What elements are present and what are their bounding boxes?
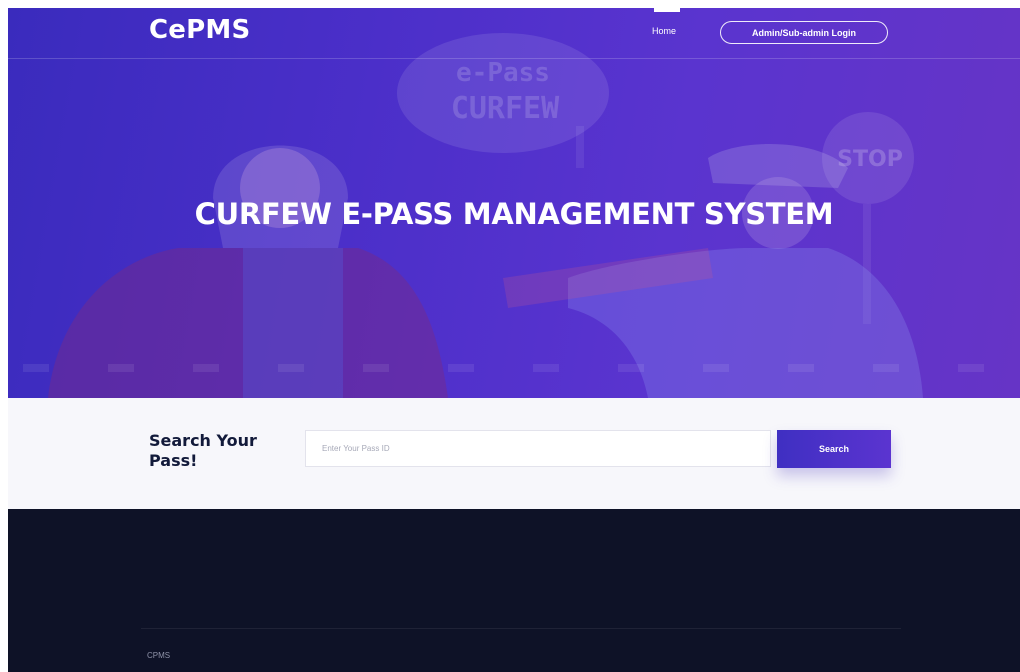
pass-id-input[interactable] [305,430,771,467]
active-nav-indicator [654,8,680,12]
search-button[interactable]: Search [777,430,891,468]
search-heading: Search Your Pass! [149,431,257,470]
hero-title: CURFEW E-PASS MANAGEMENT SYSTEM [194,197,834,231]
sign-text-line1: e-Pass [456,58,550,88]
sign-text-line2: CURFEW [451,91,560,126]
footer: CPMS [8,509,1020,672]
admin-login-button[interactable]: Admin/Sub-admin Login [720,21,888,44]
footer-copyright-text: CPMS [147,651,171,660]
nav-home-link[interactable]: Home [652,26,676,36]
footer-divider [141,628,901,629]
page: e-Pass CURFEW STOP CePMS Home Admin/Sub-… [0,0,1020,672]
brand-logo-link[interactable]: CePMS [149,15,250,45]
hero-banner: e-Pass CURFEW STOP CePMS Home Admin/Sub-… [8,8,1020,398]
search-pass-section: Search Your Pass! Search [8,398,1020,509]
top-navbar: CePMS Home Admin/Sub-admin Login [8,8,1020,59]
